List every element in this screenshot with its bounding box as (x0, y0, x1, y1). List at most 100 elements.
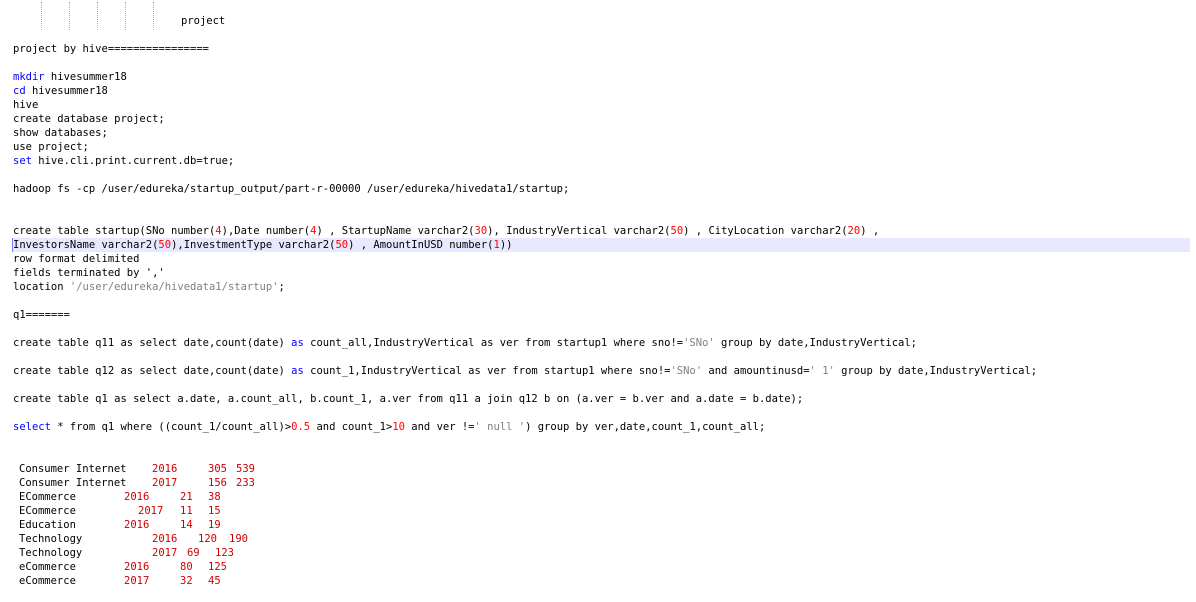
result-value-1: 11 (180, 505, 193, 517)
code-text: * from q1 where ((count_1/count_all)> (50, 421, 292, 433)
indent-guide (69, 2, 70, 30)
create-table-line-1: create table startup(SNo number(4),Date … (13, 224, 1190, 238)
result-name: Education (19, 519, 76, 531)
code-text: count_all,IndustryVertical as ver from s… (303, 337, 684, 349)
code-text: create table startup(SNo number( (13, 225, 216, 237)
result-value-2: 15 (208, 505, 221, 517)
code-keyword: as (291, 337, 304, 349)
show-db-line: show databases; (13, 126, 1190, 140)
create-db-text: create database project; (13, 113, 165, 125)
code-text: ) , StartupName varchar2( (316, 225, 475, 237)
code-text: ),Date number( (221, 225, 311, 237)
code-string: '/user/edureka/hivedata1/startup' (69, 281, 279, 293)
code-text: row format delimited (13, 253, 140, 265)
code-text: create table q11 as select date,count(da… (13, 337, 292, 349)
code-keyword: as (291, 365, 304, 377)
set-keyword: set (13, 155, 32, 167)
set-arg: hive.cli.print.current.db=true; (31, 155, 235, 167)
mkdir-arg: hivesummer18 (44, 71, 127, 83)
indent-guide (41, 2, 42, 30)
result-name: ECommerce (19, 505, 76, 517)
code-text: ) , AmountInUSD number( (348, 239, 494, 251)
result-year: 2016 (124, 561, 150, 573)
title-line: project by hive================ (13, 42, 1190, 56)
result-name: Technology (19, 533, 83, 545)
result-name: Consumer Internet (19, 477, 127, 489)
result-value-2: 190 (229, 533, 248, 545)
code-string: ' null ' (474, 421, 526, 433)
code-text: group by date,IndustryVertical; (714, 337, 918, 349)
code-text: create table q1 as select a.date, a.coun… (13, 393, 804, 405)
code-keyword: select (13, 421, 51, 433)
q1-line: create table q1 as select a.date, a.coun… (13, 392, 1190, 406)
project-heading-text: project (181, 15, 226, 27)
result-year: 2016 (124, 519, 150, 531)
result-value-2: 125 (208, 561, 227, 573)
result-year: 2017 (152, 477, 178, 489)
result-name: eCommerce (19, 575, 76, 587)
mkdir-line: mkdir hivesummer18 (13, 70, 1190, 84)
result-value-1: 32 (180, 575, 193, 587)
code-number: 30 (474, 225, 488, 237)
code-number: 0.5 (291, 421, 311, 433)
show-db-text: show databases; (13, 127, 108, 139)
fields-line: fields terminated by ',' (13, 266, 1190, 280)
hadoop-text: hadoop fs -cp /user/edureka/startup_outp… (13, 183, 570, 195)
q12-line: create table q12 as select date,count(da… (13, 364, 1190, 378)
result-value-1: 156 (208, 477, 227, 489)
cd-arg: hivesummer18 (25, 85, 108, 97)
result-value-2: 539 (236, 463, 255, 475)
result-value-2: 233 (236, 477, 255, 489)
result-value-2: 123 (215, 547, 234, 559)
project-heading: project (181, 14, 1190, 28)
code-text: ) group by ver,date,count_1,count_all; (525, 421, 766, 433)
select-line: select * from q1 where ((count_1/count_a… (13, 420, 1190, 434)
code-text: ) , (860, 225, 880, 237)
cd-keyword: cd (13, 85, 26, 97)
current-line-highlight[interactable]: InvestorsName varchar2( 50),InvestmentTyp… (12, 238, 1190, 252)
text-editor-area[interactable]: project project by hive================ … (0, 0, 1196, 602)
result-value-2: 19 (208, 519, 221, 531)
result-value-1: 21 (180, 491, 193, 503)
result-value-1: 120 (198, 533, 217, 545)
cd-line: cd hivesummer18 (13, 84, 1190, 98)
code-text: and amountinusd= (702, 365, 810, 377)
use-db-line: use project; (13, 140, 1190, 154)
code-number: 50 (335, 239, 349, 251)
result-year: 2017 (124, 575, 150, 587)
code-text: ),InvestmentType varchar2( (171, 239, 336, 251)
code-text: InvestorsName varchar2( (13, 239, 159, 251)
code-string: 'SNo' (670, 365, 703, 377)
location-line: location '/user/edureka/hivedata1/startu… (13, 280, 1190, 294)
q1-label-line: q1======= (13, 308, 1190, 322)
result-name: eCommerce (19, 561, 76, 573)
row-format-line: row format delimited (13, 252, 1190, 266)
code-number: 20 (847, 225, 861, 237)
indent-guide (97, 2, 98, 30)
code-text: )) (499, 239, 513, 251)
q1-label: q1======= (13, 309, 70, 321)
indent-guide (125, 2, 126, 30)
result-year: 2016 (124, 491, 150, 503)
set-line: set hive.cli.print.current.db=true; (13, 154, 1190, 168)
code-text: ; (278, 281, 285, 293)
mkdir-keyword: mkdir (13, 71, 45, 83)
code-number: 10 (392, 421, 405, 433)
indent-guide (153, 2, 154, 30)
code-string: ' 1' (809, 365, 835, 377)
result-value-1: 305 (208, 463, 227, 475)
hive-line: hive (13, 98, 1190, 112)
hive-text: hive (13, 99, 39, 111)
result-value-2: 45 (208, 575, 221, 587)
code-string: 'SNo' (683, 337, 715, 349)
result-year: 2017 (152, 547, 178, 559)
create-db-line: create database project; (13, 112, 1190, 126)
q11-line: create table q11 as select date,count(da… (13, 336, 1190, 350)
code-text: ), IndustryVertical varchar2( (487, 225, 671, 237)
hadoop-line: hadoop fs -cp /user/edureka/startup_outp… (13, 182, 1190, 196)
code-text: count_1,IndustryVertical as ver from sta… (303, 365, 671, 377)
result-name: Consumer Internet (19, 463, 127, 475)
result-year: 2016 (152, 533, 178, 545)
code-text: and ver != (404, 421, 475, 433)
code-text: ) , CityLocation varchar2( (683, 225, 848, 237)
